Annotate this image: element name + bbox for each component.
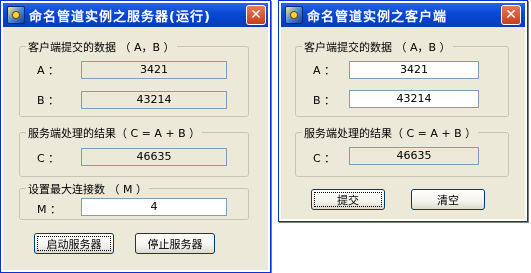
pipe-app-icon	[285, 6, 303, 24]
server-b-field: 43214	[81, 91, 227, 109]
close-icon: ✕	[505, 7, 517, 23]
server-a-field: 3421	[81, 61, 227, 79]
stop-server-button[interactable]: 停止服务器	[135, 233, 215, 254]
pipe-app-icon	[7, 6, 25, 24]
client-input-group-label: 客户端提交的数据 （ A，B ）	[302, 39, 453, 55]
server-result-group-label: 服务端处理的结果（ C = A + B ）	[26, 125, 203, 141]
client-c-field: 46635	[349, 147, 479, 165]
close-icon: ✕	[250, 7, 262, 23]
clear-button[interactable]: 清空	[411, 189, 485, 210]
server-window: 命名管道实例之服务器(运行) ✕ 客户端提交的数据 （ A，B ） A ： 34…	[0, 0, 271, 273]
server-max-group-label: 设置最大连接数 （ M ）	[26, 181, 149, 197]
server-b-label: B ：	[37, 94, 60, 107]
server-m-label: M ：	[37, 203, 61, 216]
client-b-label: B ：	[313, 94, 336, 107]
client-window: 命名管道实例之客户端 客户端提交的数据 （ A，B ） A ： 3421 B ：…	[278, 0, 528, 222]
client-title: 命名管道实例之客户端	[307, 9, 448, 25]
server-title: 命名管道实例之服务器(运行)	[29, 9, 211, 25]
server-c-field: 46635	[81, 148, 227, 166]
client-result-group-label: 服务端处理的结果（ C = A + B ）	[302, 125, 479, 141]
submit-button[interactable]: 提交	[311, 189, 385, 210]
client-a-label: A ：	[313, 64, 336, 77]
client-a-input[interactable]: 3421	[349, 61, 479, 79]
client-titlebar[interactable]: 命名管道实例之客户端	[281, 3, 525, 27]
server-close-button[interactable]: ✕	[246, 5, 266, 25]
server-max-connections-input[interactable]: 4	[81, 198, 227, 216]
server-c-label: C ：	[37, 152, 60, 165]
client-b-input[interactable]: 43214	[349, 90, 479, 108]
start-server-button[interactable]: 启动服务器	[34, 233, 114, 254]
server-a-label: A ：	[37, 64, 60, 77]
server-titlebar[interactable]: 命名管道实例之服务器(运行) ✕	[3, 3, 268, 27]
server-input-group-label: 客户端提交的数据 （ A，B ）	[26, 39, 177, 55]
client-close-button[interactable]: ✕	[501, 5, 521, 25]
client-c-label: C ：	[313, 152, 336, 165]
